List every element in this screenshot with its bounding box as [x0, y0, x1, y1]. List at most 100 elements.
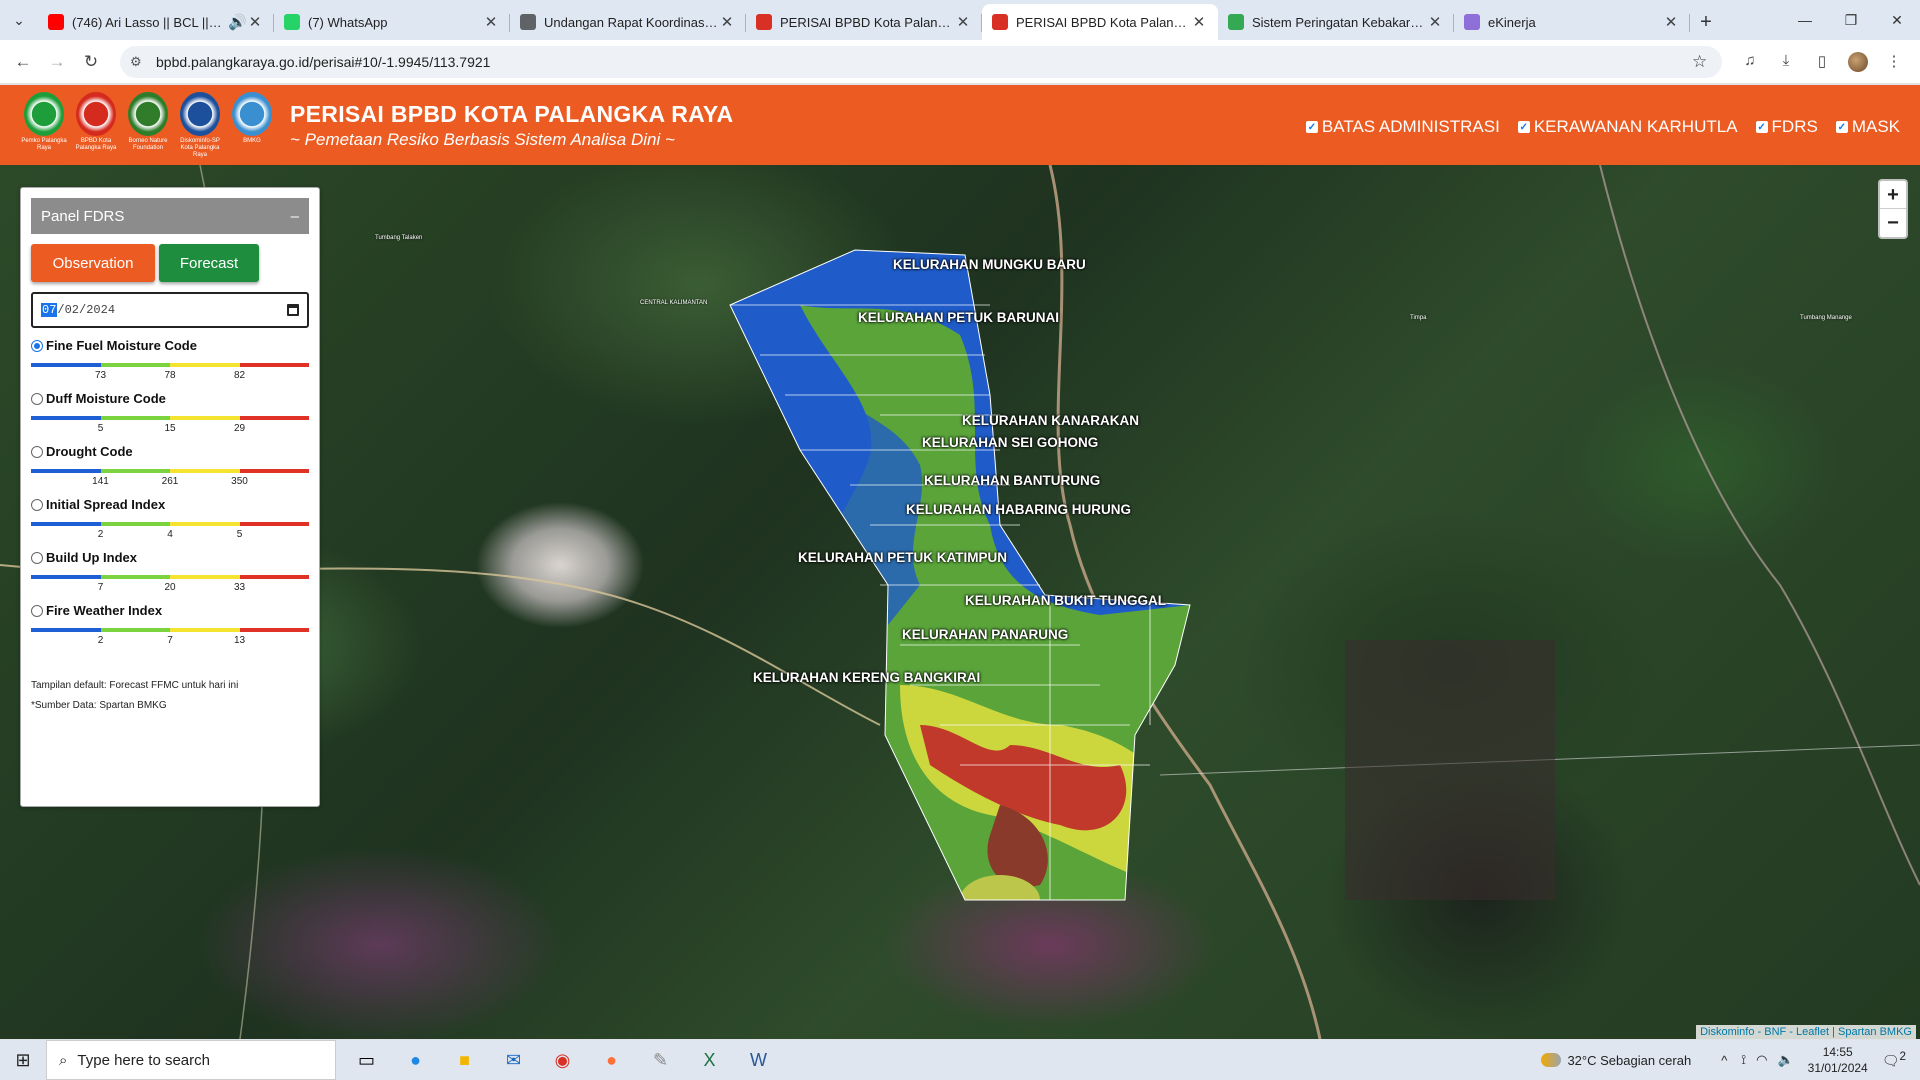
browser-toolbar: ← → ↻ ⚙ bpbd.palangkaraya.go.id/perisai#…: [0, 40, 1920, 84]
close-tab-icon[interactable]: ✕: [954, 13, 972, 31]
firefox-icon[interactable]: ●: [587, 1040, 636, 1080]
back-icon[interactable]: ←: [6, 52, 40, 72]
audio-icon[interactable]: 🔊: [228, 13, 247, 31]
radio-button[interactable]: [31, 498, 43, 511]
checkbox-checked-icon[interactable]: ✓: [1835, 121, 1848, 133]
browser-tab[interactable]: Sistem Peringatan Kebakaran H ✕: [1218, 4, 1454, 40]
kelurahan-label[interactable]: KELURAHAN PETUK BARUNAI: [858, 310, 1059, 325]
fdrs-index-option[interactable]: Fine Fuel Moisture Code 73 78 82: [31, 338, 309, 381]
tab-search-icon[interactable]: ⌄: [0, 0, 38, 40]
notification-icon[interactable]: 🗨2: [1882, 1050, 1906, 1070]
map-attribution[interactable]: Diskominfo - BNF - Leaflet | Spartan BMK…: [1696, 1025, 1916, 1039]
close-tab-icon[interactable]: ✕: [1190, 13, 1208, 31]
profile-avatar[interactable]: [1848, 51, 1868, 72]
forward-icon[interactable]: →: [40, 52, 74, 72]
checkbox-checked-icon[interactable]: ✓: [1755, 121, 1768, 133]
kelurahan-label[interactable]: KELURAHAN HABARING HURUNG: [906, 502, 1131, 517]
network-icon[interactable]: ⟟: [1741, 1052, 1746, 1068]
weather-widget[interactable]: 32°C Sebagian cerah: [1541, 1053, 1691, 1068]
layer-toggle[interactable]: ✓ KERAWANAN KARHUTLA: [1517, 117, 1738, 137]
kelurahan-label[interactable]: KELURAHAN BANTURUNG: [924, 473, 1100, 488]
logo-caption: Borneo Nature Foundation: [128, 137, 168, 151]
edge-icon[interactable]: ●: [391, 1040, 440, 1080]
fdrs-index-option[interactable]: Drought Code 141 261 350: [31, 444, 309, 487]
windows-start-icon[interactable]: ⊞: [0, 1050, 46, 1071]
scale-tick: 15: [164, 423, 176, 434]
url-text[interactable]: bpbd.palangkaraya.go.id/perisai#10/-1.99…: [156, 54, 1692, 70]
kelurahan-label[interactable]: KELURAHAN PANARUNG: [902, 627, 1068, 642]
logo-caption: Pemko Palangka Raya: [21, 137, 67, 151]
radio-button[interactable]: [31, 392, 43, 405]
address-bar[interactable]: ⚙ bpbd.palangkaraya.go.id/perisai#10/-1.…: [120, 45, 1722, 78]
menu-kebab-icon[interactable]: ⋮: [1876, 52, 1912, 72]
kelurahan-label[interactable]: KELURAHAN KERENG BANGKIRAI: [753, 670, 980, 685]
layer-toggle[interactable]: ✓ FDRS: [1755, 117, 1818, 137]
wifi-icon[interactable]: ◠: [1756, 1052, 1767, 1068]
browser-tab[interactable]: PERISAI BPBD Kota Palangka Ra✕: [746, 4, 982, 40]
side-panel-icon[interactable]: ▯: [1804, 52, 1840, 72]
close-tab-icon[interactable]: ✕: [1426, 13, 1444, 31]
browser-tab[interactable]: PERISAI BPBD Kota Palangka Ra✕: [982, 4, 1218, 40]
date-rest[interactable]: /02/2024: [57, 303, 115, 317]
kelurahan-label[interactable]: KELURAHAN MUNGKU BARU: [893, 257, 1086, 272]
fdrs-index-option[interactable]: Fire Weather Index 2 7 13: [31, 603, 309, 646]
kelurahan-label[interactable]: KELURAHAN KANARAKAN: [962, 413, 1139, 428]
reload-icon[interactable]: ↻: [74, 52, 108, 72]
radio-button[interactable]: [31, 604, 43, 617]
kelurahan-label[interactable]: KELURAHAN SEI GOHONG: [922, 435, 1098, 450]
tray-chevron-icon[interactable]: ^: [1721, 1053, 1727, 1068]
download-icon[interactable]: ⤓: [1768, 52, 1804, 72]
checkbox-checked-icon[interactable]: ✓: [1517, 121, 1530, 133]
task-view-icon[interactable]: ▭: [342, 1040, 391, 1080]
restore-icon[interactable]: ❐: [1828, 0, 1874, 40]
excel-icon[interactable]: X: [685, 1040, 734, 1080]
layer-toggle[interactable]: ✓ BATAS ADMINISTRASI: [1305, 117, 1500, 137]
browser-tab[interactable]: eKinerja ✕: [1454, 4, 1690, 40]
scale-tick: 7: [97, 582, 104, 593]
bookmark-star-icon[interactable]: ☆: [1692, 52, 1712, 72]
chrome-icon[interactable]: ◉: [538, 1040, 587, 1080]
close-window-icon[interactable]: ✕: [1874, 0, 1920, 40]
fdrs-index-option[interactable]: Duff Moisture Code 5 15 29: [31, 391, 309, 434]
browser-tab[interactable]: Undangan Rapat Koordinasi ke ✕: [510, 4, 746, 40]
minimize-icon[interactable]: —: [1782, 0, 1828, 40]
new-tab-button[interactable]: +: [1690, 4, 1722, 40]
volume-icon[interactable]: 🔈: [1777, 1052, 1793, 1068]
date-input[interactable]: 07/02/2024: [31, 292, 309, 328]
fdrs-index-option[interactable]: Initial Spread Index 2 4 5: [31, 497, 309, 540]
browser-tab[interactable]: (746) Ari Lasso || BCL ||Melly 🔊 ✕: [38, 4, 274, 40]
zoom-out-button[interactable]: −: [1880, 209, 1906, 237]
fdrs-index-option[interactable]: Build Up Index 7 20 33: [31, 550, 309, 593]
radio-button[interactable]: [31, 445, 43, 458]
observation-button[interactable]: Observation: [31, 244, 155, 282]
clock[interactable]: 14:55 31/01/2024: [1808, 1044, 1868, 1076]
date-day-segment[interactable]: 07: [41, 303, 58, 317]
default-note: Tampilan default: Forecast FFMC untuk ha…: [31, 680, 239, 691]
paint-icon[interactable]: ✎: [636, 1040, 685, 1080]
close-tab-icon[interactable]: ✕: [718, 13, 736, 31]
layer-toggle[interactable]: ✓ MASK: [1835, 117, 1900, 137]
taskbar-search[interactable]: ⌕ Type here to search: [46, 1040, 336, 1080]
word-icon[interactable]: W: [734, 1040, 783, 1080]
forecast-button[interactable]: Forecast: [159, 244, 259, 282]
kelurahan-label[interactable]: KELURAHAN PETUK KATIMPUN: [798, 550, 1007, 565]
media-control-icon[interactable]: ♫: [1732, 52, 1768, 72]
close-tab-icon[interactable]: ✕: [246, 13, 264, 31]
collapse-button[interactable]: –: [291, 208, 299, 225]
search-placeholder: Type here to search: [77, 1051, 210, 1069]
river-line: [1599, 165, 1920, 886]
radio-button[interactable]: [31, 551, 43, 564]
zoom-in-button[interactable]: +: [1880, 181, 1906, 209]
layer-label: MASK: [1851, 117, 1900, 136]
checkbox-checked-icon[interactable]: ✓: [1305, 121, 1318, 133]
radio-button[interactable]: [31, 339, 43, 352]
mail-icon[interactable]: ✉: [489, 1040, 538, 1080]
close-tab-icon[interactable]: ✕: [482, 13, 500, 31]
browser-tab[interactable]: (7) WhatsApp ✕: [274, 4, 510, 40]
kelurahan-label[interactable]: KELURAHAN BUKIT TUNGGAL: [965, 593, 1166, 608]
file-explorer-icon[interactable]: ■: [440, 1040, 489, 1080]
close-tab-icon[interactable]: ✕: [1662, 13, 1680, 31]
scale-tick: 7: [167, 635, 173, 646]
calendar-icon[interactable]: [287, 304, 299, 316]
site-info-icon[interactable]: ⚙: [130, 54, 156, 70]
